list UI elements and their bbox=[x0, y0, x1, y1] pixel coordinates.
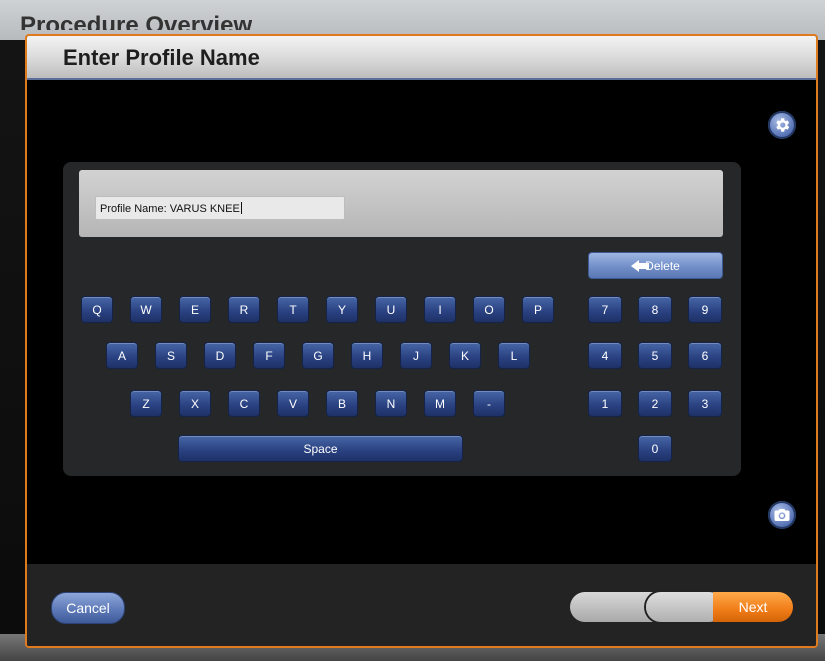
profile-name-label: Profile Name: bbox=[100, 203, 167, 215]
key-s[interactable]: S bbox=[155, 342, 187, 369]
settings-button[interactable] bbox=[768, 111, 796, 139]
key-space[interactable]: Space bbox=[178, 435, 463, 462]
profile-name-value: VARUS KNEE bbox=[169, 203, 240, 215]
key-1[interactable]: 1 bbox=[588, 390, 622, 417]
key-m[interactable]: M bbox=[424, 390, 456, 417]
key-f[interactable]: F bbox=[253, 342, 285, 369]
key-q[interactable]: Q bbox=[81, 296, 113, 323]
key-3[interactable]: 3 bbox=[688, 390, 722, 417]
key-v[interactable]: V bbox=[277, 390, 309, 417]
camera-icon bbox=[774, 509, 790, 521]
key-7[interactable]: 7 bbox=[588, 296, 622, 323]
key-9[interactable]: 9 bbox=[688, 296, 722, 323]
screenshot-button[interactable] bbox=[768, 501, 796, 529]
dialog-footer: Cancel Next bbox=[27, 564, 816, 646]
delete-key-label: Delete bbox=[645, 258, 680, 273]
key-c[interactable]: C bbox=[228, 390, 260, 417]
key-z[interactable]: Z bbox=[130, 390, 162, 417]
dialog-header: Enter Profile Name bbox=[27, 36, 816, 80]
input-bar: Profile Name: VARUS KNEE bbox=[79, 170, 723, 237]
key-6[interactable]: 6 bbox=[688, 342, 722, 369]
key-o[interactable]: O bbox=[473, 296, 505, 323]
delete-key[interactable]: Delete bbox=[588, 252, 723, 279]
key-i[interactable]: I bbox=[424, 296, 456, 323]
keyboard-panel: Profile Name: VARUS KNEE Delete Q W E R … bbox=[63, 162, 741, 476]
key-e[interactable]: E bbox=[179, 296, 211, 323]
dialog-title: Enter Profile Name bbox=[63, 45, 260, 70]
key-0[interactable]: 0 bbox=[638, 435, 672, 462]
key-2[interactable]: 2 bbox=[638, 390, 672, 417]
key-a[interactable]: A bbox=[106, 342, 138, 369]
gear-icon bbox=[776, 118, 790, 132]
key-u[interactable]: U bbox=[375, 296, 407, 323]
key-d[interactable]: D bbox=[204, 342, 236, 369]
profile-name-dialog: Enter Profile Name Profile Name: VARUS K… bbox=[25, 34, 818, 648]
key-l[interactable]: L bbox=[498, 342, 530, 369]
progress-step-1 bbox=[570, 592, 658, 622]
profile-name-field[interactable]: Profile Name: VARUS KNEE bbox=[95, 196, 345, 220]
key-x[interactable]: X bbox=[179, 390, 211, 417]
key-r[interactable]: R bbox=[228, 296, 260, 323]
text-caret bbox=[240, 202, 242, 214]
key-g[interactable]: G bbox=[302, 342, 334, 369]
key-h[interactable]: H bbox=[351, 342, 383, 369]
key-4[interactable]: 4 bbox=[588, 342, 622, 369]
key-t[interactable]: T bbox=[277, 296, 309, 323]
key-n[interactable]: N bbox=[375, 390, 407, 417]
key-y[interactable]: Y bbox=[326, 296, 358, 323]
background-page-title: Procedure Overview bbox=[20, 12, 253, 30]
key-w[interactable]: W bbox=[130, 296, 162, 323]
next-button[interactable]: Next bbox=[713, 592, 793, 622]
cancel-button[interactable]: Cancel bbox=[51, 592, 125, 624]
key-5[interactable]: 5 bbox=[638, 342, 672, 369]
key-b[interactable]: B bbox=[326, 390, 358, 417]
key-p[interactable]: P bbox=[522, 296, 554, 323]
key-8[interactable]: 8 bbox=[638, 296, 672, 323]
backspace-arrow-icon bbox=[631, 259, 650, 272]
key-j[interactable]: J bbox=[400, 342, 432, 369]
key-hyphen[interactable]: - bbox=[473, 390, 505, 417]
key-k[interactable]: K bbox=[449, 342, 481, 369]
